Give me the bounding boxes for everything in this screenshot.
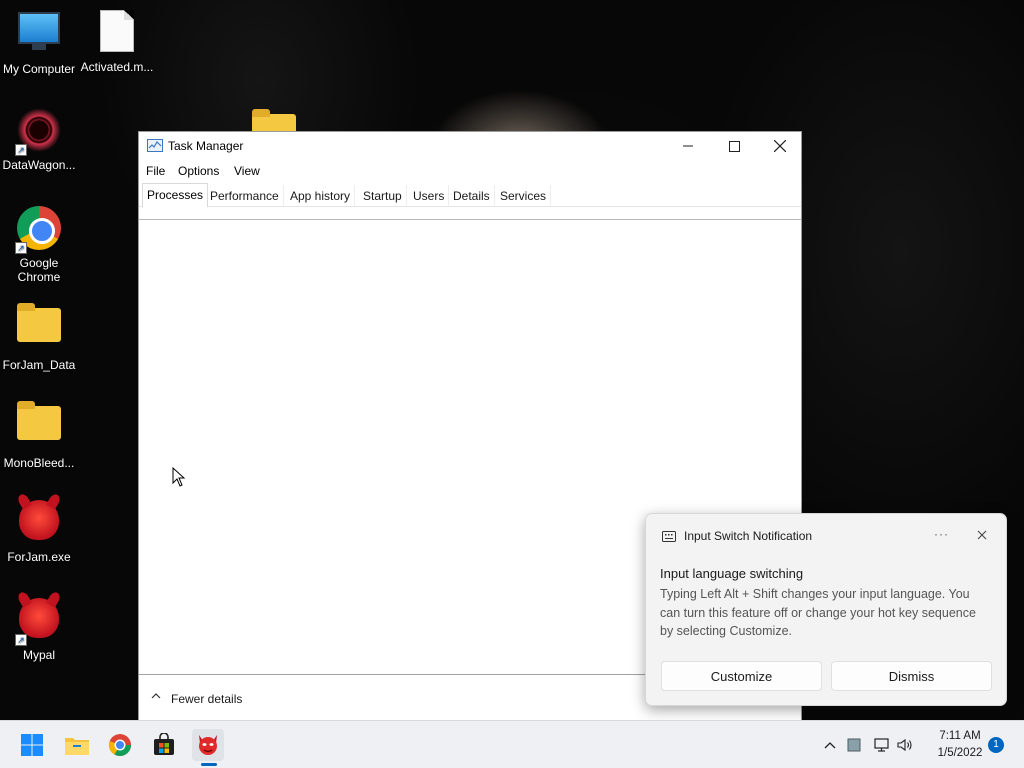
desktop-icon-datawagon[interactable]: ↗ DataWagon... bbox=[0, 106, 78, 172]
volume-button[interactable] bbox=[897, 737, 913, 753]
desktop-icon-forjam-exe[interactable]: ForJam.exe bbox=[0, 496, 78, 564]
desktop-icon-activated[interactable]: Activated.m... bbox=[78, 8, 156, 74]
network-icon bbox=[874, 738, 889, 752]
mascot-icon: ↗ bbox=[15, 598, 63, 646]
input-switch-notification[interactable]: Input Switch Notification ··· Input lang… bbox=[645, 513, 1007, 706]
desktop-icon-label: MonoBleed... bbox=[3, 456, 75, 470]
start-button[interactable] bbox=[16, 729, 48, 761]
notification-heading: Input language switching bbox=[660, 566, 804, 581]
desktop-icon-label: Mypal bbox=[22, 648, 55, 662]
tab-performance[interactable]: Performance bbox=[206, 185, 284, 207]
chrome-icon bbox=[108, 734, 131, 756]
file-explorer-icon bbox=[65, 738, 89, 755]
desktop-icon-label: Activated.m... bbox=[80, 60, 154, 74]
windows-start-icon bbox=[21, 734, 43, 756]
chrome-icon: ↗ bbox=[15, 206, 63, 254]
active-app-indicator bbox=[201, 763, 217, 766]
minimize-button[interactable] bbox=[665, 132, 711, 160]
speaker-icon bbox=[897, 738, 912, 752]
notification-count-badge[interactable]: 1 bbox=[988, 737, 1004, 753]
store-icon bbox=[154, 733, 174, 755]
taskbar-store[interactable] bbox=[148, 729, 180, 761]
notification-app-name: Input Switch Notification bbox=[684, 529, 813, 543]
desktop-icon-label: ForJam_Data bbox=[2, 358, 76, 372]
taskbar: 7:11 AM 1/5/2022 1 bbox=[0, 720, 1024, 768]
maximize-icon bbox=[728, 140, 740, 152]
keyboard-icon bbox=[662, 531, 676, 542]
desktop-icon-label: ForJam.exe bbox=[7, 550, 71, 564]
folder-icon bbox=[15, 401, 63, 454]
menu-view[interactable]: View bbox=[234, 164, 260, 178]
tab-app-history[interactable]: App history bbox=[286, 185, 356, 207]
fewer-details-link[interactable]: Fewer details bbox=[171, 692, 242, 706]
taskbar-chrome[interactable] bbox=[104, 729, 136, 761]
mouse-cursor-icon bbox=[172, 467, 186, 487]
network-button[interactable] bbox=[874, 737, 890, 753]
desktop-icon-monobleed[interactable]: MonoBleed... bbox=[0, 398, 78, 470]
mascot-icon bbox=[199, 735, 217, 755]
menu-options[interactable]: Options bbox=[178, 164, 219, 178]
monitor-icon bbox=[15, 12, 63, 60]
title-bar[interactable]: Task Manager bbox=[139, 132, 801, 160]
minimize-icon bbox=[683, 145, 693, 147]
tab-processes[interactable]: Processes bbox=[142, 183, 209, 207]
shortcut-arrow-icon: ↗ bbox=[15, 242, 27, 254]
mascot-icon bbox=[15, 500, 63, 548]
chevron-up-icon bbox=[824, 742, 836, 749]
desktop-icon-my-computer[interactable]: My Computer bbox=[0, 8, 78, 76]
maximize-button[interactable] bbox=[711, 132, 757, 160]
shortcut-arrow-icon: ↗ bbox=[15, 144, 27, 156]
menu-file[interactable]: File bbox=[146, 164, 165, 178]
desktop-icon-label: DataWagon... bbox=[2, 158, 76, 172]
close-button[interactable] bbox=[757, 132, 803, 160]
customize-button[interactable]: Customize bbox=[661, 661, 822, 691]
folder-icon bbox=[15, 303, 63, 356]
document-icon bbox=[93, 10, 141, 58]
close-icon[interactable] bbox=[975, 528, 989, 542]
tab-services[interactable]: Services bbox=[496, 185, 552, 207]
desktop-icon-forjam-data[interactable]: ForJam_Data bbox=[0, 300, 78, 372]
chevron-up-icon[interactable] bbox=[151, 691, 161, 701]
desktop-icon-chrome[interactable]: ↗ Google Chrome bbox=[0, 204, 78, 284]
shortcut-arrow-icon: ↗ bbox=[15, 634, 27, 646]
datawagon-icon: ↗ bbox=[15, 108, 63, 156]
more-options-icon[interactable]: ··· bbox=[934, 527, 950, 543]
desktop-icon-label: My Computer bbox=[2, 62, 76, 76]
close-icon bbox=[774, 140, 786, 152]
notification-body: Typing Left Alt + Shift changes your inp… bbox=[660, 587, 976, 638]
tab-startup[interactable]: Startup bbox=[359, 185, 407, 207]
task-manager-app-icon bbox=[147, 139, 163, 152]
desktop-icon-mypal[interactable]: ↗ Mypal bbox=[0, 594, 78, 662]
tray-app-icon[interactable] bbox=[846, 737, 862, 753]
desktop-icon-label: Google Chrome bbox=[17, 256, 61, 284]
tab-details[interactable]: Details bbox=[449, 185, 495, 207]
folder-icon[interactable] bbox=[250, 109, 296, 138]
menu-bar: File Options View bbox=[139, 162, 801, 182]
tab-users[interactable]: Users bbox=[409, 185, 450, 207]
tab-strip: Processes Performance App history Startu… bbox=[139, 183, 801, 207]
taskbar-task-manager[interactable] bbox=[192, 729, 224, 761]
tray-app-icon bbox=[847, 738, 861, 752]
show-hidden-icons-button[interactable] bbox=[822, 737, 838, 753]
window-title: Task Manager bbox=[168, 139, 244, 153]
dismiss-button[interactable]: Dismiss bbox=[831, 661, 992, 691]
taskbar-file-explorer[interactable] bbox=[61, 729, 93, 761]
